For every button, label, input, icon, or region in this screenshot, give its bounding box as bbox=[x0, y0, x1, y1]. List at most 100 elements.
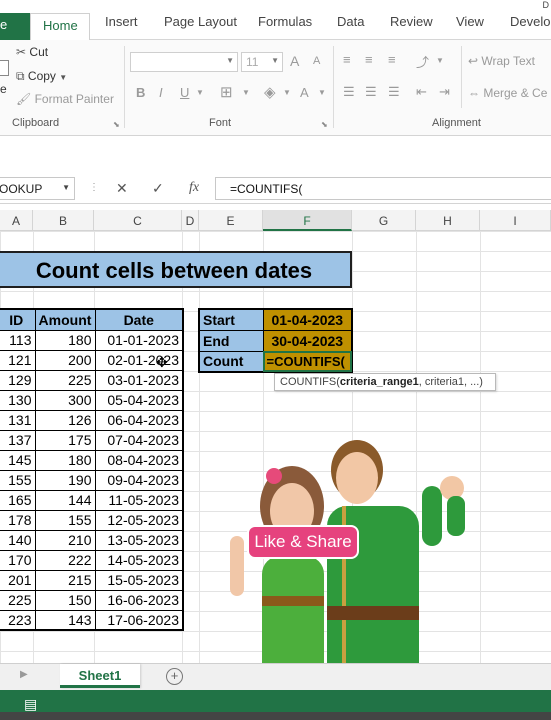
cell-id[interactable]: 113 bbox=[0, 329, 36, 351]
cell-id[interactable]: 121 bbox=[0, 349, 36, 371]
enter-icon[interactable]: ✓ bbox=[152, 180, 164, 197]
column-header-g[interactable]: G bbox=[352, 210, 416, 231]
cell-date[interactable]: 13-05-2023 bbox=[94, 529, 184, 551]
cell-id[interactable]: 155 bbox=[0, 469, 36, 491]
paste-button-fragment[interactable]: e bbox=[0, 82, 7, 96]
cell-date[interactable]: 11-05-2023 bbox=[94, 489, 184, 511]
cell-date[interactable]: 14-05-2023 bbox=[94, 549, 184, 571]
align-center-icon[interactable]: ☰ bbox=[365, 84, 377, 100]
cell-date[interactable]: 15-05-2023 bbox=[94, 569, 184, 591]
sheet-title[interactable]: Count cells between dates bbox=[0, 251, 352, 288]
align-bottom-icon[interactable]: ≡ bbox=[388, 52, 396, 67]
cell-id[interactable]: 129 bbox=[0, 369, 36, 391]
grow-font-button[interactable]: A bbox=[290, 53, 299, 69]
tab-view[interactable]: View bbox=[456, 14, 484, 29]
insert-function-icon[interactable]: fx bbox=[189, 180, 199, 196]
column-header-f[interactable]: F bbox=[263, 210, 352, 231]
merge-center-button[interactable]: ⇔ Merge & Ce bbox=[468, 86, 547, 100]
cell-id[interactable]: 201 bbox=[0, 569, 36, 591]
cell-date[interactable]: 05-04-2023 bbox=[94, 389, 184, 411]
cell-id[interactable]: 178 bbox=[0, 509, 36, 531]
decrease-indent-icon[interactable]: ⇤ bbox=[416, 84, 427, 100]
cell-id[interactable]: 145 bbox=[0, 449, 36, 471]
cell-amount[interactable]: 222 bbox=[34, 549, 96, 571]
tab-developer[interactable]: Develop bbox=[510, 14, 551, 29]
add-sheet-button[interactable]: + bbox=[166, 668, 183, 685]
chevron-down-icon[interactable]: ▼ bbox=[242, 88, 250, 97]
column-header-c[interactable]: C bbox=[94, 210, 182, 231]
cell-amount[interactable]: 180 bbox=[34, 449, 96, 471]
tab-formulas[interactable]: Formulas bbox=[258, 14, 312, 29]
scroll-right-icon[interactable]: ▶ bbox=[20, 669, 28, 680]
header-amount[interactable]: Amount bbox=[34, 308, 96, 331]
cell-id[interactable]: 130 bbox=[0, 389, 36, 411]
header-date[interactable]: Date bbox=[94, 308, 184, 331]
font-color-button[interactable]: A bbox=[300, 85, 309, 100]
clipboard-launcher-icon[interactable]: ⬊ bbox=[113, 120, 120, 129]
tab-page-layout[interactable]: Page Layout bbox=[164, 14, 237, 29]
paste-icon[interactable] bbox=[0, 60, 9, 76]
orientation-icon[interactable]: ⤴ bbox=[416, 52, 429, 71]
tab-sheet1[interactable]: Sheet1 bbox=[60, 664, 140, 688]
italic-button[interactable]: I bbox=[159, 85, 163, 100]
align-middle-icon[interactable]: ≡ bbox=[365, 52, 373, 67]
cell-amount[interactable]: 150 bbox=[34, 589, 96, 611]
cell-id[interactable]: 131 bbox=[0, 409, 36, 431]
cell-amount[interactable]: 155 bbox=[34, 509, 96, 531]
chevron-down-icon[interactable]: ▼ bbox=[196, 88, 204, 97]
tab-data[interactable]: Data bbox=[337, 14, 364, 29]
cell-amount[interactable]: 210 bbox=[34, 529, 96, 551]
count-label[interactable]: Count bbox=[198, 350, 264, 373]
cell-date[interactable]: 16-06-2023 bbox=[94, 589, 184, 611]
cell-id[interactable]: 170 bbox=[0, 549, 36, 571]
align-left-icon[interactable]: ☰ bbox=[343, 84, 355, 100]
more-options-icon[interactable]: ⋮ bbox=[89, 182, 99, 193]
chevron-down-icon[interactable]: ▼ bbox=[436, 56, 444, 65]
align-right-icon[interactable]: ☰ bbox=[388, 84, 400, 100]
chevron-down-icon[interactable]: ▼ bbox=[62, 183, 70, 192]
column-header-b[interactable]: B bbox=[33, 210, 94, 231]
tab-insert[interactable]: Insert bbox=[105, 14, 138, 29]
cell-amount[interactable]: 126 bbox=[34, 409, 96, 431]
name-box[interactable]: OOKUP ▼ bbox=[0, 177, 75, 200]
formula-input[interactable]: =COUNTIFS( bbox=[215, 177, 551, 200]
copy-button[interactable]: ⧉ Copy ▼ bbox=[16, 69, 67, 84]
font-size-combo[interactable]: 11 ▼ bbox=[241, 52, 283, 72]
underline-button[interactable]: U bbox=[180, 85, 189, 100]
shrink-font-button[interactable]: A bbox=[313, 55, 320, 67]
column-header-d[interactable]: D bbox=[182, 210, 199, 231]
cell-id[interactable]: 165 bbox=[0, 489, 36, 511]
font-name-combo[interactable]: ▼ bbox=[130, 52, 238, 72]
end-label[interactable]: End bbox=[198, 329, 264, 352]
column-header-i[interactable]: I bbox=[480, 210, 551, 231]
cut-button[interactable]: ✂ Cut bbox=[16, 45, 48, 59]
cell-amount[interactable]: 300 bbox=[34, 389, 96, 411]
font-launcher-icon[interactable]: ⬊ bbox=[321, 120, 328, 129]
cell-amount[interactable]: 215 bbox=[34, 569, 96, 591]
cell-amount[interactable]: 143 bbox=[34, 609, 96, 631]
column-header-e[interactable]: E bbox=[199, 210, 263, 231]
cell-amount[interactable]: 175 bbox=[34, 429, 96, 451]
fill-color-icon[interactable]: ◈ bbox=[264, 83, 276, 101]
column-header-h[interactable]: H bbox=[416, 210, 480, 231]
cell-id[interactable]: 225 bbox=[0, 589, 36, 611]
tab-home[interactable]: Home bbox=[30, 13, 90, 41]
cell-date[interactable]: 17-06-2023 bbox=[94, 609, 184, 631]
end-date-cell[interactable]: 30-04-2023 bbox=[262, 329, 353, 352]
sheet-stats-icon[interactable]: ▤ bbox=[24, 696, 37, 713]
header-id[interactable]: ID bbox=[0, 308, 36, 331]
cell-date[interactable]: 01-01-2023 bbox=[94, 329, 184, 351]
chevron-down-icon[interactable]: ▼ bbox=[59, 73, 67, 82]
start-label[interactable]: Start bbox=[198, 308, 264, 331]
cell-amount[interactable]: 200 bbox=[34, 349, 96, 371]
tooltip-function[interactable]: COUNTIFS( bbox=[280, 376, 340, 388]
tooltip-active-argument[interactable]: criteria_range1 bbox=[340, 376, 419, 388]
bold-button[interactable]: B bbox=[136, 85, 145, 100]
cell-id[interactable]: 137 bbox=[0, 429, 36, 451]
cell-date[interactable]: 02-01-2023 bbox=[94, 349, 184, 371]
format-painter-button[interactable]: 🖌 Format Painter bbox=[16, 92, 114, 106]
cell-amount[interactable]: 144 bbox=[34, 489, 96, 511]
cell-amount[interactable]: 190 bbox=[34, 469, 96, 491]
cell-date[interactable]: 07-04-2023 bbox=[94, 429, 184, 451]
chevron-down-icon[interactable]: ▼ bbox=[318, 88, 326, 97]
